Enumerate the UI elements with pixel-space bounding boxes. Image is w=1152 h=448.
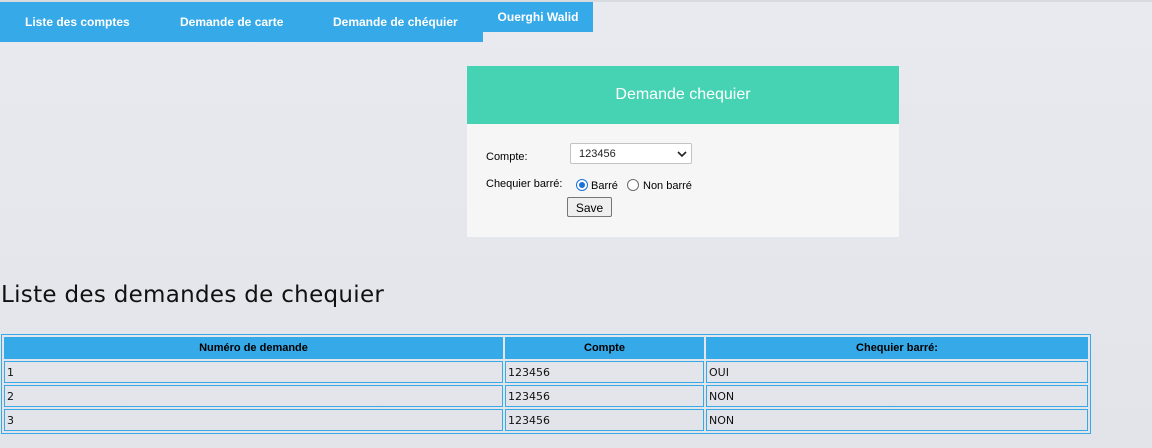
- table-row: 1 123456 OUI: [4, 361, 1088, 383]
- table-row: 3 123456 NON: [4, 409, 1088, 431]
- list-title: Liste des demandes de chequier: [1, 282, 385, 308]
- compte-label: Compte:: [486, 151, 528, 163]
- cell-compte: 123456: [505, 409, 704, 431]
- radio-non-barre-label[interactable]: Non barré: [643, 180, 692, 192]
- chequier-barre-label: Chequier barré:: [486, 178, 563, 190]
- save-button[interactable]: Save: [567, 197, 612, 217]
- radio-non-barre[interactable]: [627, 179, 639, 191]
- nav-item-demande-carte[interactable]: Demande de carte: [180, 2, 283, 42]
- column-header-compte: Compte: [505, 337, 704, 359]
- main-nav: Liste des comptes Demande de carte Deman…: [0, 2, 483, 42]
- column-header-chequier-barre: Chequier barré:: [706, 337, 1088, 359]
- cell-chequier-barre: NON: [706, 409, 1088, 431]
- cell-chequier-barre: OUI: [706, 361, 1088, 383]
- table-header-row: Numéro de demande Compte Chequier barré:: [4, 337, 1088, 359]
- cell-chequier-barre: NON: [706, 385, 1088, 407]
- nav-item-liste-comptes[interactable]: Liste des comptes: [25, 2, 130, 42]
- radio-barre[interactable]: [576, 179, 588, 191]
- compte-select-value: 123456: [579, 148, 616, 160]
- cell-numero: 1: [4, 361, 503, 383]
- form-title: Demande chequier: [467, 66, 899, 124]
- table-row: 2 123456 NON: [4, 385, 1088, 407]
- column-header-numero: Numéro de demande: [4, 337, 503, 359]
- cell-numero: 2: [4, 385, 503, 407]
- chevron-down-icon: [677, 151, 687, 158]
- compte-select[interactable]: 123456: [570, 143, 692, 164]
- user-menu[interactable]: Ouerghi Walid: [483, 2, 593, 32]
- cell-compte: 123456: [505, 385, 704, 407]
- chequier-request-form: Demande chequier Compte: 123456 Chequier…: [467, 66, 899, 237]
- demandes-table: Numéro de demande Compte Chequier barré:…: [1, 334, 1091, 434]
- cell-compte: 123456: [505, 361, 704, 383]
- radio-barre-label[interactable]: Barré: [591, 180, 618, 192]
- nav-item-demande-chequier[interactable]: Demande de chéquier: [333, 2, 458, 42]
- cell-numero: 3: [4, 409, 503, 431]
